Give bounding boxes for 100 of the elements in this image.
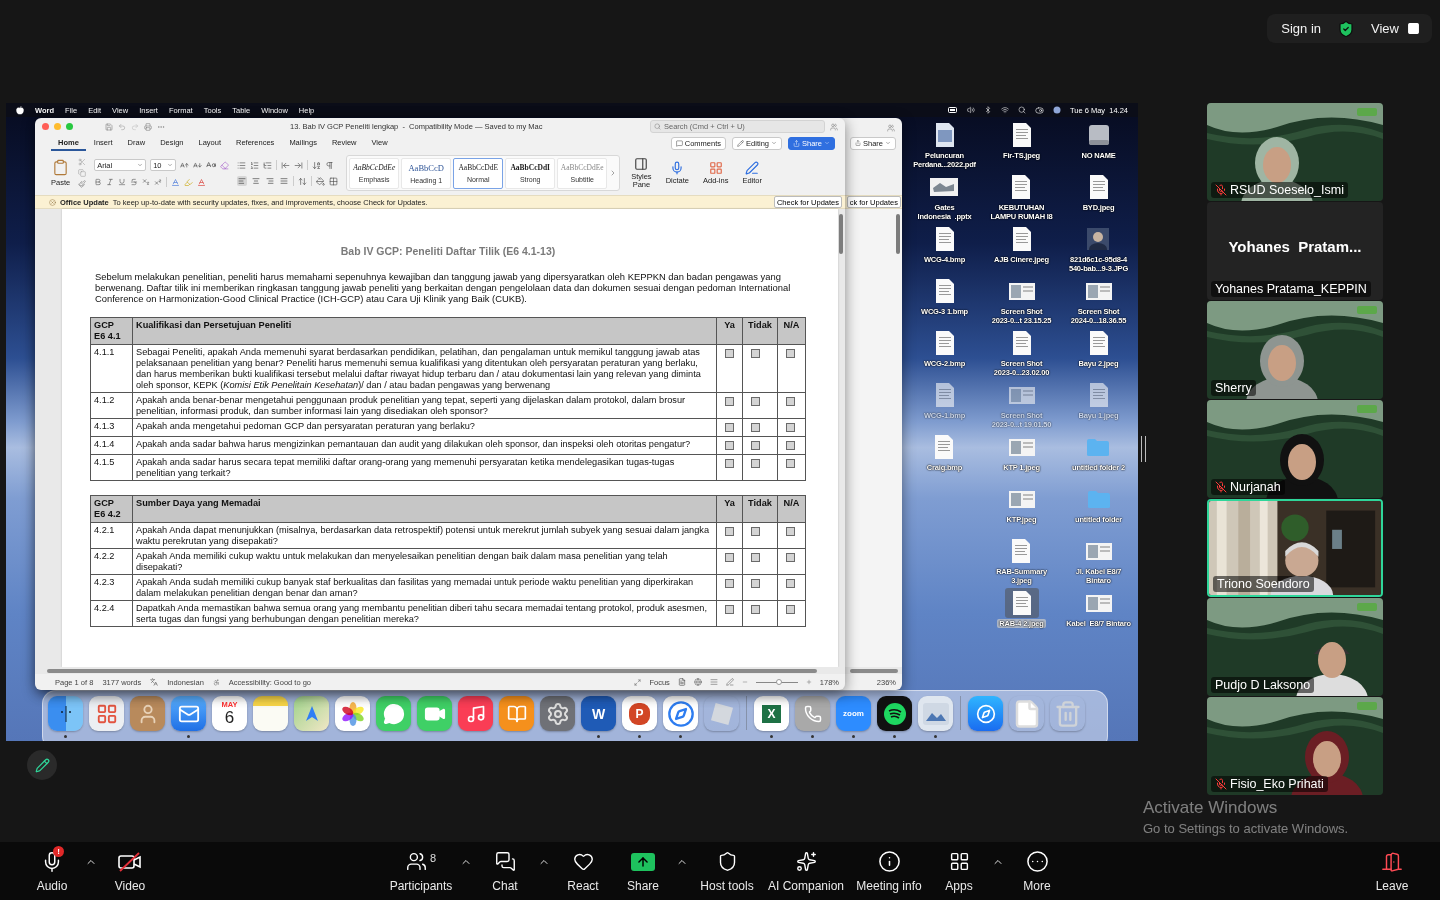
font-color-icon[interactable] xyxy=(197,177,207,187)
presentation-app-icon[interactable]: P xyxy=(622,696,657,731)
notes-app-icon[interactable] xyxy=(253,696,288,731)
checkbox[interactable] xyxy=(725,527,734,536)
audio-button[interactable]: ! Audio xyxy=(22,846,82,896)
scrollbar-thumb[interactable] xyxy=(896,214,900,254)
bluetooth-icon[interactable] xyxy=(983,106,992,114)
checkbox[interactable] xyxy=(751,605,760,614)
collaborate-icon[interactable] xyxy=(887,123,895,132)
share-button[interactable]: Share xyxy=(613,846,673,896)
align-justify-button[interactable] xyxy=(279,176,290,186)
search-icon[interactable] xyxy=(1017,106,1026,114)
checkbox[interactable] xyxy=(751,349,760,358)
pdf-document-icon[interactable] xyxy=(935,123,954,147)
print-layout-icon[interactable] xyxy=(677,678,686,686)
numbering-icon[interactable] xyxy=(250,160,260,170)
siri-icon[interactable] xyxy=(1052,106,1061,114)
more-button[interactable]: More xyxy=(1007,846,1067,896)
close-window-button[interactable] xyxy=(42,123,49,130)
align-center-button[interactable] xyxy=(251,176,262,186)
checkbox[interactable] xyxy=(725,579,734,588)
video-tile[interactable]: Fisio_Eko Prihati xyxy=(1207,697,1383,795)
video-tile[interactable]: Yohanes Pratam... Yohanes Pratama_KEPPIN xyxy=(1207,202,1383,300)
document-icon[interactable] xyxy=(1012,123,1031,147)
bullets-icon[interactable] xyxy=(237,160,247,170)
heart-icon[interactable] xyxy=(572,851,594,872)
document-icon[interactable] xyxy=(1089,331,1108,355)
sound-wave-app-icon[interactable] xyxy=(877,696,912,731)
grow-font-icon[interactable] xyxy=(180,160,190,170)
document-app-icon[interactable]: W xyxy=(581,696,616,731)
scrollbar-thumb[interactable] xyxy=(47,669,817,673)
text-effects-icon[interactable] xyxy=(171,177,181,187)
info-icon[interactable] xyxy=(877,850,901,873)
screenshot-thumbnail-icon[interactable] xyxy=(1008,386,1035,404)
document-icon[interactable] xyxy=(935,331,954,355)
checkbox[interactable] xyxy=(725,349,734,358)
flower-app-icon[interactable] xyxy=(335,696,370,731)
focus-icon[interactable] xyxy=(634,678,642,686)
change-case-icon[interactable] xyxy=(206,160,217,170)
pilcrow-icon[interactable] xyxy=(325,160,335,170)
checkbox[interactable] xyxy=(725,441,734,450)
scrollbar-thumb[interactable] xyxy=(850,669,898,673)
sort-icon[interactable] xyxy=(312,160,322,170)
door-icon[interactable] xyxy=(1381,850,1403,873)
checkbox[interactable] xyxy=(786,553,795,562)
wifi-icon[interactable] xyxy=(1000,106,1009,114)
format-painter-icon[interactable] xyxy=(78,180,87,188)
checkbox[interactable] xyxy=(725,459,734,468)
checkbox[interactable] xyxy=(725,397,734,406)
checkbox[interactable] xyxy=(751,423,760,432)
shrink-font-icon[interactable] xyxy=(193,160,203,170)
checkbox[interactable] xyxy=(751,441,760,450)
video-tile[interactable]: Pudjo D Laksono xyxy=(1207,598,1383,696)
map-app-icon[interactable] xyxy=(294,696,329,731)
annotate-button[interactable] xyxy=(27,750,57,780)
line-spacing-icon[interactable] xyxy=(298,176,308,186)
app-store-icon[interactable] xyxy=(968,696,1003,731)
clear-formatting-icon[interactable] xyxy=(220,160,230,170)
checkbox[interactable] xyxy=(786,527,795,536)
maximize-window-button[interactable] xyxy=(66,123,73,130)
underline-icon[interactable] xyxy=(118,178,127,186)
strikethrough-icon[interactable] xyxy=(130,178,139,186)
italic-icon[interactable] xyxy=(106,178,115,186)
proofing-icon[interactable] xyxy=(150,678,159,686)
document-icon[interactable] xyxy=(1012,227,1031,251)
info-button[interactable]: Meeting info xyxy=(849,846,929,896)
document-icon[interactable] xyxy=(935,227,954,251)
control-center-icon[interactable] xyxy=(1034,105,1044,115)
zoom-slider-thumb[interactable] xyxy=(775,678,782,685)
screenshot-thumbnail-icon[interactable] xyxy=(1085,594,1112,612)
close-icon[interactable] xyxy=(49,198,56,206)
host-tools-button[interactable]: Host tools xyxy=(691,846,763,896)
drive-icon[interactable] xyxy=(1086,123,1111,147)
image-viewer-app-icon[interactable] xyxy=(918,696,953,731)
apps-icon[interactable] xyxy=(948,851,970,872)
view-button[interactable]: View xyxy=(1371,21,1420,36)
slide-thumbnail-icon[interactable] xyxy=(930,178,959,196)
document-icon[interactable] xyxy=(935,279,954,303)
apple-icon[interactable] xyxy=(16,105,24,115)
subscript-icon[interactable] xyxy=(142,178,151,186)
document-icon[interactable] xyxy=(1012,331,1031,355)
apps-button[interactable]: Apps xyxy=(929,846,989,896)
shading-icon[interactable] xyxy=(316,176,326,186)
phone-bubble-app-icon[interactable] xyxy=(795,696,830,731)
chat-button[interactable]: Chat xyxy=(475,846,535,896)
document-icon[interactable] xyxy=(1089,175,1108,199)
music-note-app-icon[interactable] xyxy=(458,696,493,731)
screenshot-thumbnail-icon[interactable] xyxy=(1008,438,1035,456)
share-icon[interactable] xyxy=(631,852,655,871)
outline-icon[interactable] xyxy=(709,678,718,686)
accessibility-icon[interactable] xyxy=(212,678,220,686)
chat-bubble-app-icon[interactable] xyxy=(376,696,411,731)
increase-indent-icon[interactable] xyxy=(294,160,304,170)
screenshot-thumbnail-icon[interactable] xyxy=(1008,490,1035,508)
resize-handle[interactable] xyxy=(1141,436,1146,462)
participants-button[interactable]: 8 Participants xyxy=(385,846,457,896)
video-tile[interactable]: Nurjanah xyxy=(1207,400,1383,498)
save-icon[interactable] xyxy=(105,122,113,131)
video-tile[interactable]: RSUD Soeselo_Ismi xyxy=(1207,103,1383,201)
decrease-indent-icon[interactable] xyxy=(281,160,291,170)
